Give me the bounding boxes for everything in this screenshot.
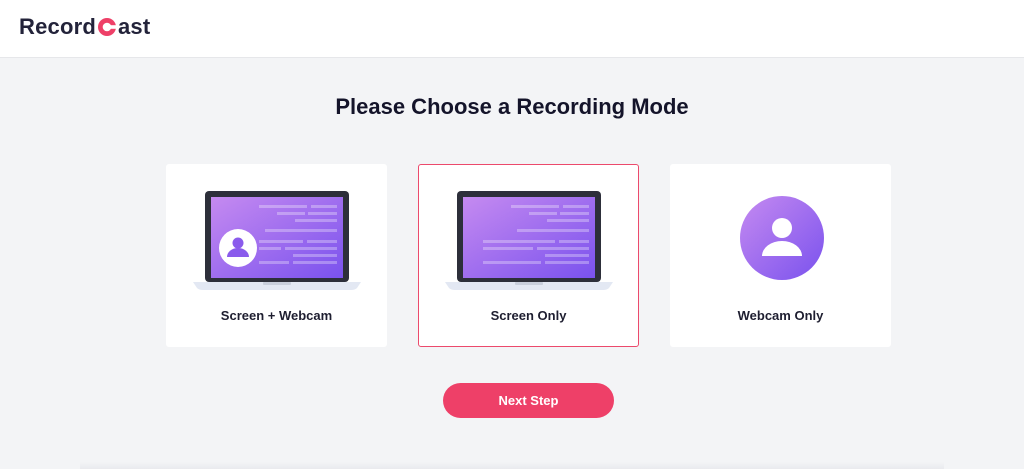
logo-text-suffix: ast (118, 14, 151, 39)
page-title: Please Choose a Recording Mode (335, 94, 689, 119)
mode-label: Screen Only (490, 308, 567, 323)
record-c-icon (97, 17, 117, 37)
next-step-button[interactable]: Next Step (443, 383, 614, 418)
laptop-webcam-icon (167, 185, 388, 295)
logo-text-prefix: Record (19, 14, 96, 39)
mode-label: Webcam Only (737, 308, 824, 323)
mode-card-screen-webcam[interactable]: Screen + Webcam (166, 164, 387, 347)
mode-card-webcam-only[interactable]: Webcam Only (670, 164, 891, 347)
mode-label: Screen + Webcam (220, 308, 333, 323)
webcam-user-icon (671, 185, 892, 295)
footer-divider (80, 462, 944, 469)
laptop-screen-icon (419, 185, 640, 295)
mode-card-screen-only[interactable]: Screen Only (418, 164, 639, 347)
top-header: Record ast (0, 0, 1024, 58)
recordcast-logo[interactable]: Record ast (19, 14, 150, 40)
